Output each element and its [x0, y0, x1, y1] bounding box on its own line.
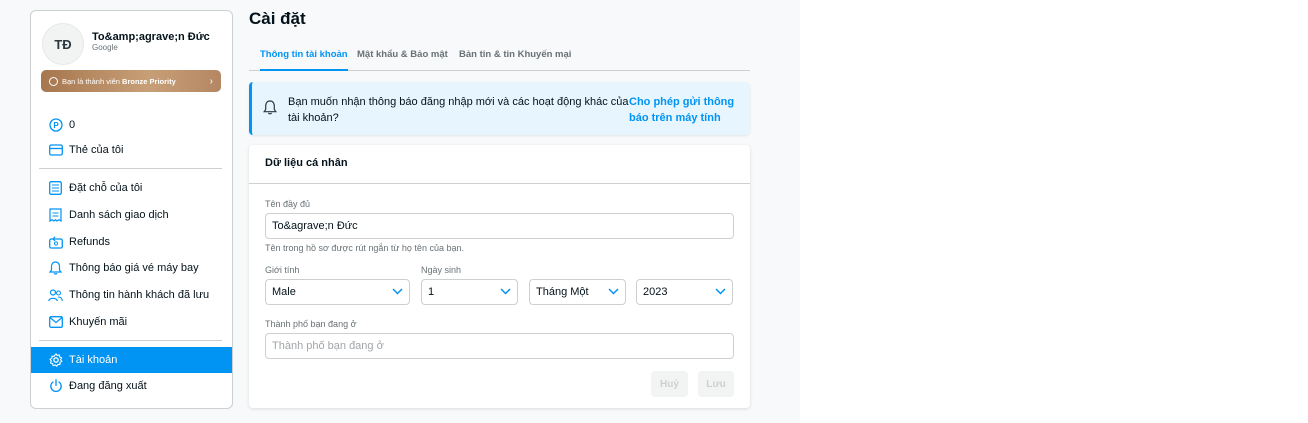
- sidebar-item-label: Đặt chỗ của tôi: [69, 182, 143, 194]
- city-label: Thành phố bạn đang ở: [265, 319, 357, 329]
- sidebar-divider: [39, 168, 222, 169]
- sidebar-item-my-cards[interactable]: Thẻ của tôi: [31, 137, 232, 163]
- tab-account-info[interactable]: Thông tin tài khoản: [260, 49, 348, 71]
- booking-list-icon: [48, 181, 63, 196]
- sidebar-item-label: Tài khoản: [69, 354, 118, 366]
- city-input[interactable]: [272, 340, 727, 352]
- save-button[interactable]: Lưu: [698, 371, 734, 397]
- full-name-input[interactable]: [272, 220, 727, 232]
- sidebar-item-label: Thẻ của tôi: [69, 144, 124, 156]
- full-name-hint: Tên trong hồ sơ được rút ngắn từ họ tên …: [265, 243, 464, 253]
- sidebar-item-label: Thông tin hành khách đã lưu: [69, 289, 210, 301]
- receipt-icon: [48, 208, 63, 223]
- city-field[interactable]: [265, 333, 734, 359]
- chevron-down-icon: [608, 286, 619, 298]
- bell-icon: [263, 100, 277, 120]
- dob-month-value: Tháng Một: [536, 286, 589, 298]
- membership-banner[interactable]: Bạn là thành viên Bronze Priority ›: [41, 70, 221, 92]
- card-header: Dữ liệu cá nhân: [249, 145, 750, 184]
- sidebar-item-my-bookings[interactable]: Đặt chỗ của tôi: [31, 175, 232, 201]
- dob-day-value: 1: [428, 286, 435, 298]
- sidebar-item-price-alerts[interactable]: Thông báo giá vé máy bay: [31, 255, 232, 281]
- user-name: To&amp;agrave;n Đức: [92, 31, 210, 43]
- sidebar-item-transactions[interactable]: Danh sách giao dịch: [31, 202, 232, 228]
- dob-month-select[interactable]: Tháng Một: [529, 279, 626, 305]
- sidebar-divider: [39, 340, 222, 341]
- sidebar-item-label: Danh sách giao dịch: [69, 209, 169, 221]
- sidebar-item-label: Thông báo giá vé máy bay: [69, 262, 199, 274]
- membership-text: Bạn là thành viên Bronze Priority: [62, 76, 176, 86]
- gender-value: Male: [272, 286, 296, 298]
- card-icon: [48, 143, 63, 158]
- page-title: Cài đặt: [249, 9, 306, 28]
- chevron-right-icon: ›: [209, 75, 213, 87]
- settings-tabs: Thông tin tài khoản Mật khẩu & Bảo mật B…: [249, 44, 750, 71]
- chevron-down-icon: [392, 286, 403, 298]
- refund-icon: [48, 235, 63, 250]
- chevron-down-icon: [715, 286, 726, 298]
- gear-icon: [48, 353, 63, 368]
- passengers-icon: [48, 288, 63, 303]
- tab-newsletter[interactable]: Bản tin & tin Khuyến mại: [459, 49, 571, 71]
- chevron-down-icon: [500, 286, 511, 298]
- sidebar-item-saved-passengers[interactable]: Thông tin hành khách đã lưu: [31, 282, 232, 308]
- sidebar-item-points[interactable]: P 0: [31, 112, 232, 138]
- sidebar-item-promotions[interactable]: Khuyến mãi: [31, 309, 232, 335]
- cancel-button[interactable]: Huỷ: [651, 371, 688, 397]
- notification-banner: Bạn muốn nhận thông báo đăng nhập mới và…: [249, 82, 750, 135]
- sidebar-item-label: Khuyến mãi: [69, 316, 128, 328]
- tab-password-security[interactable]: Mật khẩu & Bảo mật: [357, 49, 448, 71]
- sidebar-item-label: Refunds: [69, 236, 110, 248]
- points-icon: P: [48, 118, 63, 133]
- power-icon: [48, 379, 63, 394]
- crest-icon: [49, 76, 58, 86]
- promo-mail-icon: [48, 315, 63, 330]
- full-name-field[interactable]: [265, 213, 734, 239]
- svg-text:P: P: [53, 121, 59, 130]
- sidebar-item-refunds[interactable]: Refunds: [31, 229, 232, 255]
- sidebar-item-label: 0: [69, 119, 76, 131]
- dob-day-select[interactable]: 1: [421, 279, 518, 305]
- enable-notifications-link[interactable]: Cho phép gửi thông báo trên máy tính: [629, 94, 745, 126]
- card-title: Dữ liệu cá nhân: [265, 157, 348, 169]
- sidebar-item-logout[interactable]: Đang đăng xuất: [31, 373, 232, 399]
- sidebar-item-account[interactable]: Tài khoản: [31, 347, 232, 373]
- gender-label: Giới tính: [265, 265, 300, 275]
- avatar[interactable]: TĐ: [42, 23, 84, 65]
- bell-icon: [48, 261, 63, 276]
- notification-message: Bạn muốn nhận thông báo đăng nhập mới và…: [288, 96, 629, 124]
- gender-select[interactable]: Male: [265, 279, 410, 305]
- dob-year-select[interactable]: 2023: [636, 279, 733, 305]
- dob-label: Ngày sinh: [421, 265, 462, 275]
- dob-year-value: 2023: [643, 286, 668, 298]
- account-sidebar: TĐ To&amp;agrave;n Đức Google Bạn là thà…: [30, 10, 233, 409]
- sidebar-item-label: Đang đăng xuất: [69, 380, 147, 392]
- full-name-label: Tên đầy đủ: [265, 199, 311, 209]
- login-provider: Google: [92, 43, 118, 52]
- personal-data-card: Dữ liệu cá nhân Tên đầy đủ Tên trong hồ …: [249, 145, 750, 408]
- profile-section: TĐ To&amp;agrave;n Đức Google Bạn là thà…: [31, 11, 232, 114]
